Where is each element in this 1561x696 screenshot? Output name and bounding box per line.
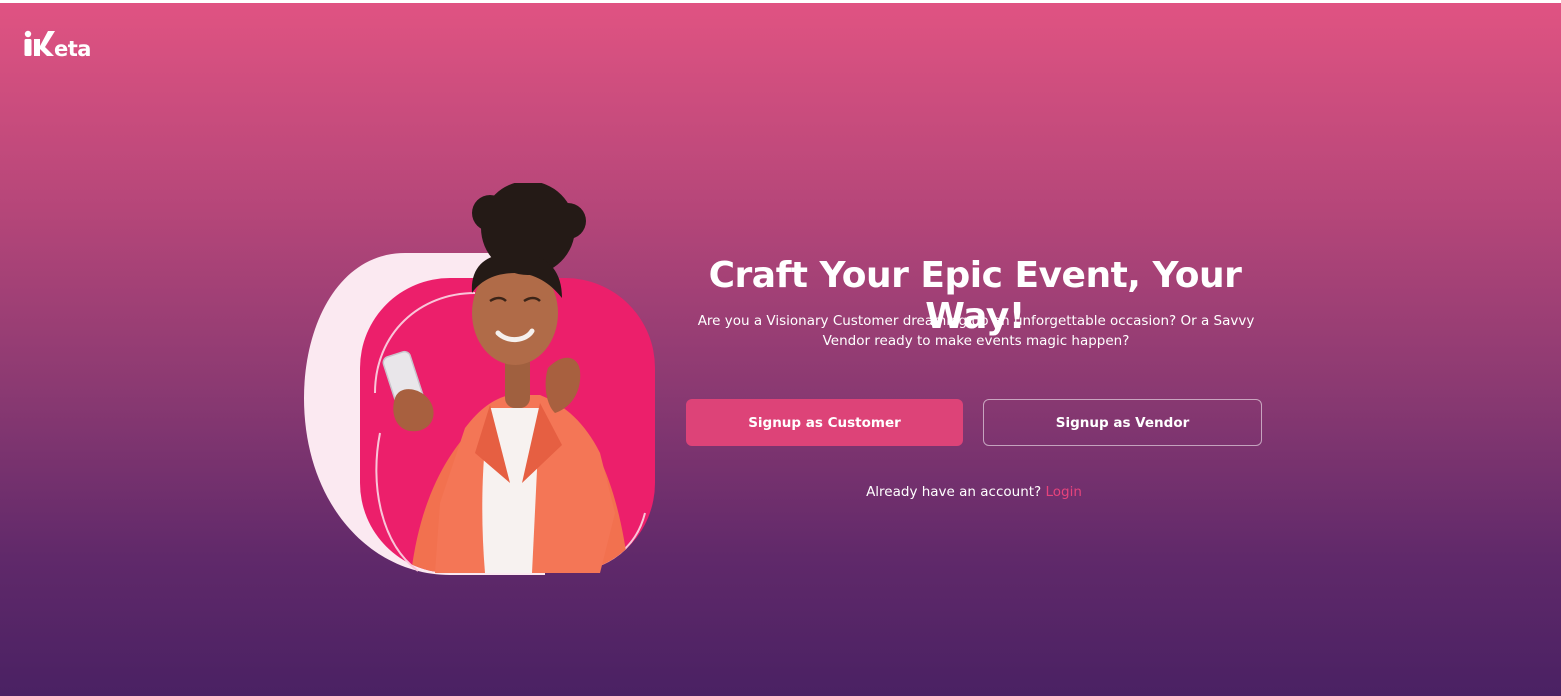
hero-subtext: Are you a Visionary Customer dreaming up… [697,313,1255,349]
signup-vendor-button[interactable]: Signup as Vendor [983,399,1262,446]
login-link[interactable]: Login [1046,484,1082,500]
hero-illustration [300,181,660,583]
signup-customer-button[interactable]: Signup as Customer [686,399,963,446]
signup-landing-page: eta Craft Your Epic Event, Your Way! Are… [0,3,1561,696]
svg-text:eta: eta [54,37,91,59]
login-prompt-text: Already have an account? [866,484,1042,500]
login-prompt-row: Already have an account? Login [686,484,1262,500]
brand-logo[interactable]: eta [22,25,98,61]
